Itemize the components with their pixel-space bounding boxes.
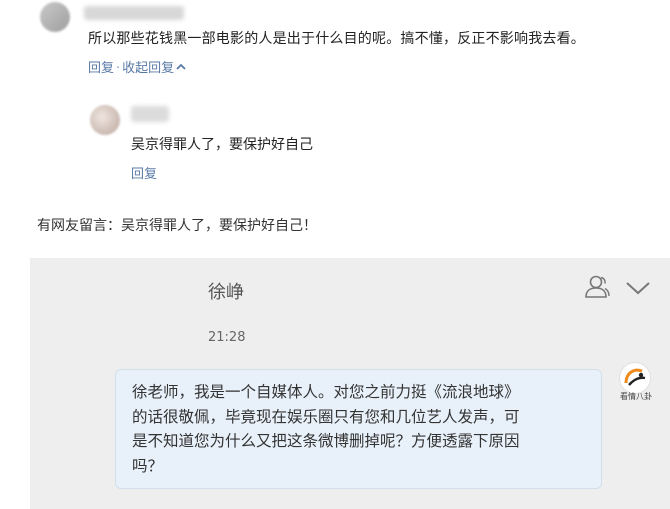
comment-action-separator: · [116,61,121,76]
message-bubble: 徐老师，我是一个自媒体人。对您之前力挺《流浪地球》 的话很敬佩，毕竟现在娱乐圈只… [115,369,602,489]
reply-name-blurred[interactable] [131,106,169,122]
sender-logo-text: 看情八卦 [620,392,652,401]
comment-text: 所以那些花钱黑一部电影的人是出于什么目的呢。搞不懂，反正不影响我去看。 [88,31,585,47]
message-timestamp: 21:28 [208,330,246,345]
collapse-replies-label: 收起回复 [122,61,175,76]
chat-contact-name: 徐峥 [208,282,244,303]
comment-actions: 回复 · 收起回复 [88,57,186,76]
reply-avatar[interactable] [90,105,120,135]
chevron-down-icon[interactable] [625,278,651,298]
commenter-avatar[interactable] [40,2,70,32]
caption-note: 有网友留言：吴京得罪人了，要保护好自己！ [37,218,317,234]
commenter-name-blurred[interactable] [84,6,184,20]
sender-logo-icon [624,368,646,386]
comment-reply-link[interactable]: 回复 [88,61,114,76]
collapse-replies-link[interactable]: 收起回复 [122,61,186,76]
reply-reply-link[interactable]: 回复 [131,163,157,182]
sender-avatar[interactable] [619,362,651,394]
user-group-icon[interactable] [583,273,611,301]
chevron-up-icon [176,63,186,70]
reply-text: 吴京得罪人了，要保护好自己 [131,137,313,153]
